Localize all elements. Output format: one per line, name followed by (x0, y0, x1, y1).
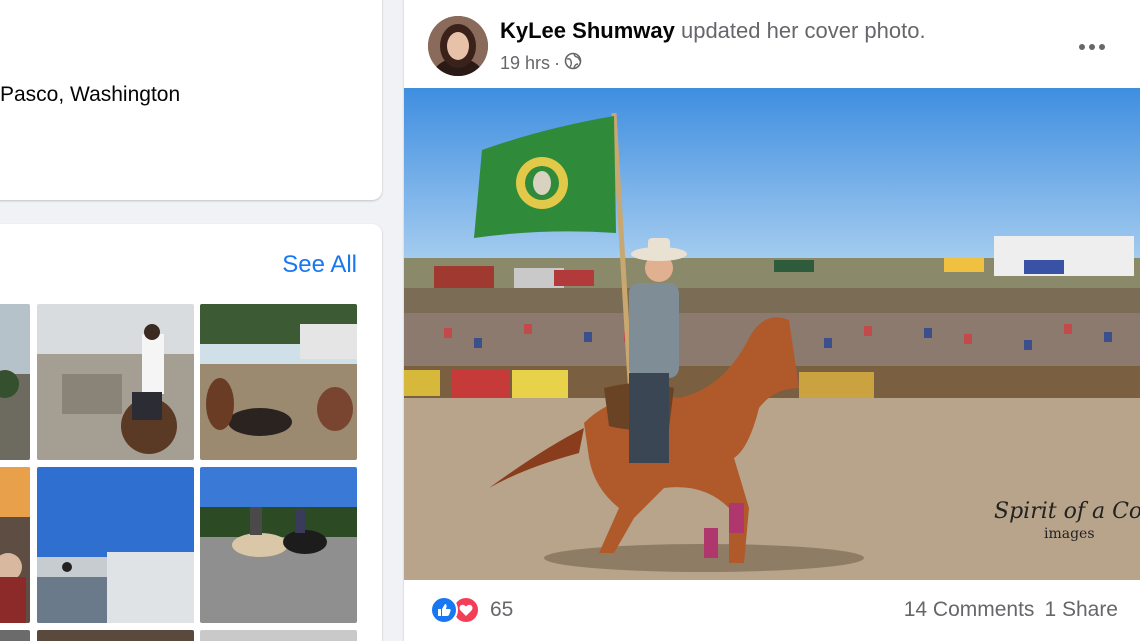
photo-thumbnail[interactable] (37, 467, 194, 623)
watermark-line2: images (1044, 526, 1095, 542)
engagement-summary: 14 Comments 1 Share (904, 598, 1118, 622)
photo-thumbnail[interactable] (0, 630, 30, 641)
post-header: KyLee Shumway updated her cover photo. (500, 18, 926, 44)
photo-thumbnail[interactable] (200, 630, 357, 641)
post-meta: 19 hrs · (500, 52, 582, 75)
photo-thumbnail[interactable] (37, 630, 194, 641)
meta-separator: · (554, 53, 561, 73)
author-name-link[interactable]: KyLee Shumway (500, 18, 675, 43)
post-card: KyLee Shumway updated her cover photo. 1… (404, 0, 1140, 641)
photo-thumbnail[interactable] (37, 304, 194, 460)
see-all-photos-link[interactable]: See All (282, 251, 357, 279)
globe-icon[interactable] (564, 52, 582, 75)
reaction-count: 65 (490, 598, 514, 621)
more-options-icon[interactable] (1078, 30, 1106, 58)
location-text: Pasco, Washington (0, 83, 181, 106)
intro-card: Pasco, Washington (0, 0, 382, 200)
like-reaction-icon (430, 596, 458, 624)
author-avatar[interactable] (428, 16, 488, 76)
photo-thumbnail[interactable] (200, 304, 357, 460)
watermark-line1: Spirit of a Cowboy (994, 499, 1140, 524)
post-time[interactable]: 19 hrs (500, 53, 550, 74)
photo-thumbnail[interactable] (200, 467, 357, 623)
shares-count-link[interactable]: 1 Share (1044, 598, 1118, 622)
photo-thumbnail[interactable] (0, 304, 30, 460)
cover-photo[interactable]: Spirit of a Cowboy images (404, 88, 1140, 580)
post-action-text: updated her cover photo. (680, 18, 926, 43)
watermark-text: Spirit of a Cowboy (994, 499, 1140, 524)
comments-count-link[interactable]: 14 Comments (904, 598, 1035, 622)
photo-thumbnail[interactable] (0, 467, 30, 623)
photos-card: See All (0, 224, 382, 641)
reactions-summary[interactable]: 65 (430, 596, 513, 624)
